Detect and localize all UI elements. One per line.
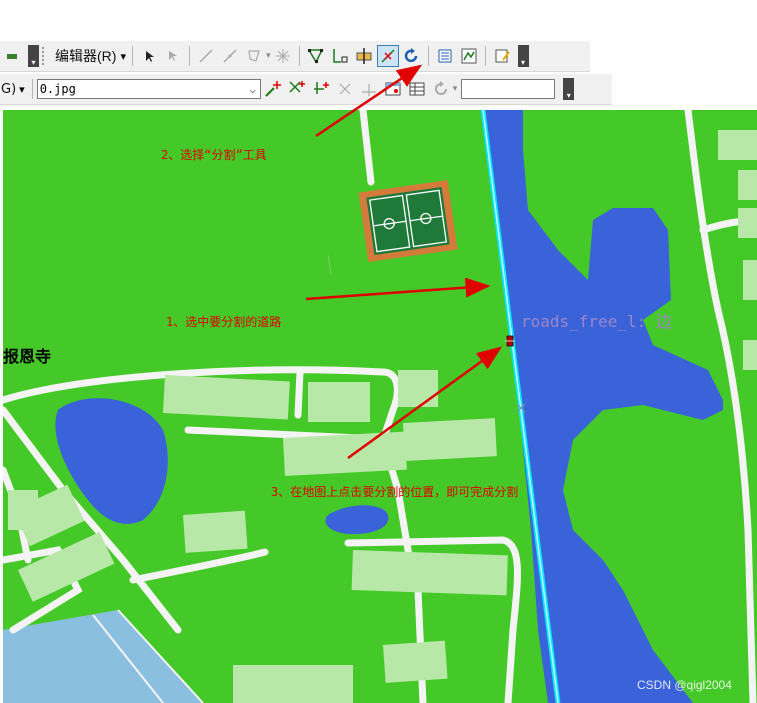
auto-adjust-icon[interactable] [358, 78, 380, 100]
toolbar-separator [188, 46, 190, 66]
cut-polygons-icon[interactable] [353, 45, 375, 67]
edit-annotation-tool-icon[interactable] [162, 45, 184, 67]
link-table-icon[interactable] [406, 78, 428, 100]
rotate-raster-icon[interactable] [430, 78, 452, 100]
toolbar-grip[interactable] [42, 47, 48, 65]
midpoint-tool-icon[interactable] [272, 45, 294, 67]
select-link-icon[interactable] [286, 78, 308, 100]
layer-select-caret[interactable]: ⌵ [246, 83, 260, 96]
toolbar-overflow-right[interactable]: ▾ [517, 45, 529, 67]
delete-link-icon[interactable] [334, 78, 356, 100]
editor-menu[interactable]: 编辑器(R) [51, 46, 120, 66]
toolbar-separator [427, 46, 429, 66]
dashed-guide [327, 254, 332, 276]
place-label: 报恩寺 [3, 347, 52, 366]
layer-select-value: 0.jpg [39, 82, 76, 96]
georeferencing-toolbar: G) ▾ 0.jpg ⌵ ▾ ▾ [0, 74, 612, 105]
window-top-band [0, 0, 757, 38]
sketch-properties-icon[interactable] [458, 45, 480, 67]
zoom-to-link-icon[interactable] [310, 78, 332, 100]
toolbar2-overflow[interactable]: ▾ [563, 78, 575, 100]
pond-small [325, 505, 389, 535]
toolbar-separator [31, 79, 33, 99]
arrow-step1 [305, 277, 491, 301]
layer-select[interactable]: 0.jpg ⌵ [36, 79, 261, 99]
sports-courts-icon [358, 180, 458, 262]
layer-field-prefix: G) [1, 81, 17, 97]
add-control-points-icon[interactable] [262, 78, 284, 100]
layer-field-caret[interactable]: ▾ [19, 83, 25, 96]
watermark: CSDN @qigl2004 [637, 678, 732, 692]
toolbar-separator [298, 46, 300, 66]
map-drawing [3, 110, 757, 703]
partial-tool-icon[interactable] [1, 45, 23, 67]
map-canvas[interactable]: 报恩寺 roads_free_l: 边 1、选中要分割的道路 2、选择“分割”工… [3, 110, 757, 703]
point-tool-icon[interactable] [243, 45, 265, 67]
annotation-step2: 2、选择“分割”工具 [161, 148, 267, 162]
point-tool-caret[interactable]: ▾ [266, 51, 271, 61]
edit-vertices-icon[interactable] [305, 45, 327, 67]
georef-search-input[interactable] [461, 79, 556, 99]
attributes-icon[interactable] [434, 45, 456, 67]
annotation-step1: 1、选中要分割的道路 [166, 315, 282, 329]
editor-toolbar: ▾ 编辑器(R) ▾ ▾ ▾ [0, 41, 590, 72]
toolbar-overflow-left[interactable]: ▾ [28, 45, 39, 67]
split-tool-button[interactable] [376, 45, 399, 67]
rotate-tool-icon[interactable] [401, 45, 423, 67]
rotate-raster-caret[interactable]: ▾ [453, 84, 458, 94]
toolbar-separator [484, 46, 486, 66]
feature-tooltip: roads_free_l: 边 [521, 312, 672, 331]
view-link-table-icon[interactable] [382, 78, 404, 100]
reshape-feature-icon[interactable] [329, 45, 351, 67]
trace-tool-icon[interactable] [219, 45, 241, 67]
editor-menu-caret[interactable]: ▾ [120, 50, 126, 63]
straight-segment-icon[interactable] [195, 45, 217, 67]
create-features-icon[interactable] [491, 45, 513, 67]
edit-tool-icon[interactable] [138, 45, 160, 67]
toolbar-separator [131, 46, 133, 66]
annotation-step3: 3、在地图上点击要分割的位置，即可完成分割 [271, 485, 519, 499]
